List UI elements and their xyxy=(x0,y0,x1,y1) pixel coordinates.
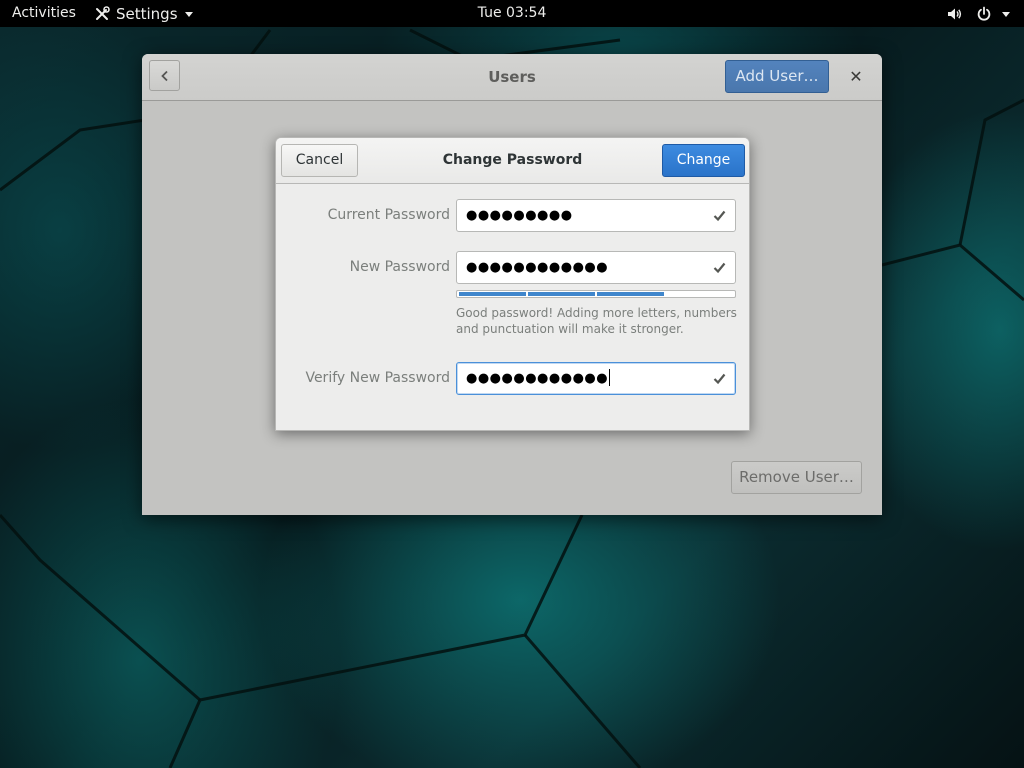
volume-icon xyxy=(946,6,962,22)
app-menu-button[interactable]: Settings xyxy=(94,0,193,27)
power-icon xyxy=(976,6,992,22)
top-bar: Activities Settings Tue 03:54 xyxy=(0,0,1024,27)
remove-user-button[interactable]: Remove User… xyxy=(731,461,862,494)
add-user-button[interactable]: Add User… xyxy=(725,60,829,93)
status-menu[interactable] xyxy=(946,0,1010,27)
clock-label[interactable]: Tue 03:54 xyxy=(478,5,547,21)
check-icon xyxy=(713,209,726,222)
current-password-label: Current Password xyxy=(327,207,450,223)
new-password-value: ●●●●●●●●●●●● xyxy=(466,260,609,275)
activities-label: Activities xyxy=(12,5,76,21)
current-password-field[interactable]: ●●●●●●●●● xyxy=(456,199,736,232)
verify-password-field[interactable]: ●●●●●●●●●●●● xyxy=(456,362,736,395)
new-password-label: New Password xyxy=(349,259,450,275)
current-password-value: ●●●●●●●●● xyxy=(466,208,573,223)
verify-password-value: ●●●●●●●●●●●● xyxy=(466,363,611,394)
close-icon[interactable]: ✕ xyxy=(842,64,870,90)
chevron-down-icon xyxy=(184,11,193,17)
text-caret xyxy=(609,368,611,386)
check-icon xyxy=(713,261,726,274)
tools-icon xyxy=(94,5,110,22)
back-button[interactable] xyxy=(149,60,180,91)
activities-button[interactable]: Activities xyxy=(12,0,76,27)
strength-segment xyxy=(459,292,526,296)
new-password-field[interactable]: ●●●●●●●●●●●● xyxy=(456,251,736,284)
cancel-button[interactable]: Cancel xyxy=(281,144,358,177)
verify-password-dots: ●●●●●●●●●●●● xyxy=(466,371,609,386)
strength-segment xyxy=(666,292,733,296)
password-strength-bar xyxy=(456,290,736,298)
chevron-down-icon xyxy=(1002,11,1010,17)
check-icon xyxy=(713,372,726,385)
window-headerbar: Users Add User… ✕ xyxy=(142,54,882,101)
password-strength-hint: Good password! Adding more letters, numb… xyxy=(456,306,737,336)
app-menu-label: Settings xyxy=(116,4,178,23)
dialog-headerbar: Change Password Cancel Change xyxy=(276,138,749,184)
change-button[interactable]: Change xyxy=(662,144,745,177)
verify-password-label: Verify New Password xyxy=(305,370,450,386)
strength-segment xyxy=(597,292,664,296)
chevron-left-icon xyxy=(160,70,170,82)
change-password-dialog: Change Password Cancel Change Current Pa… xyxy=(275,137,750,431)
strength-segment xyxy=(528,292,595,296)
